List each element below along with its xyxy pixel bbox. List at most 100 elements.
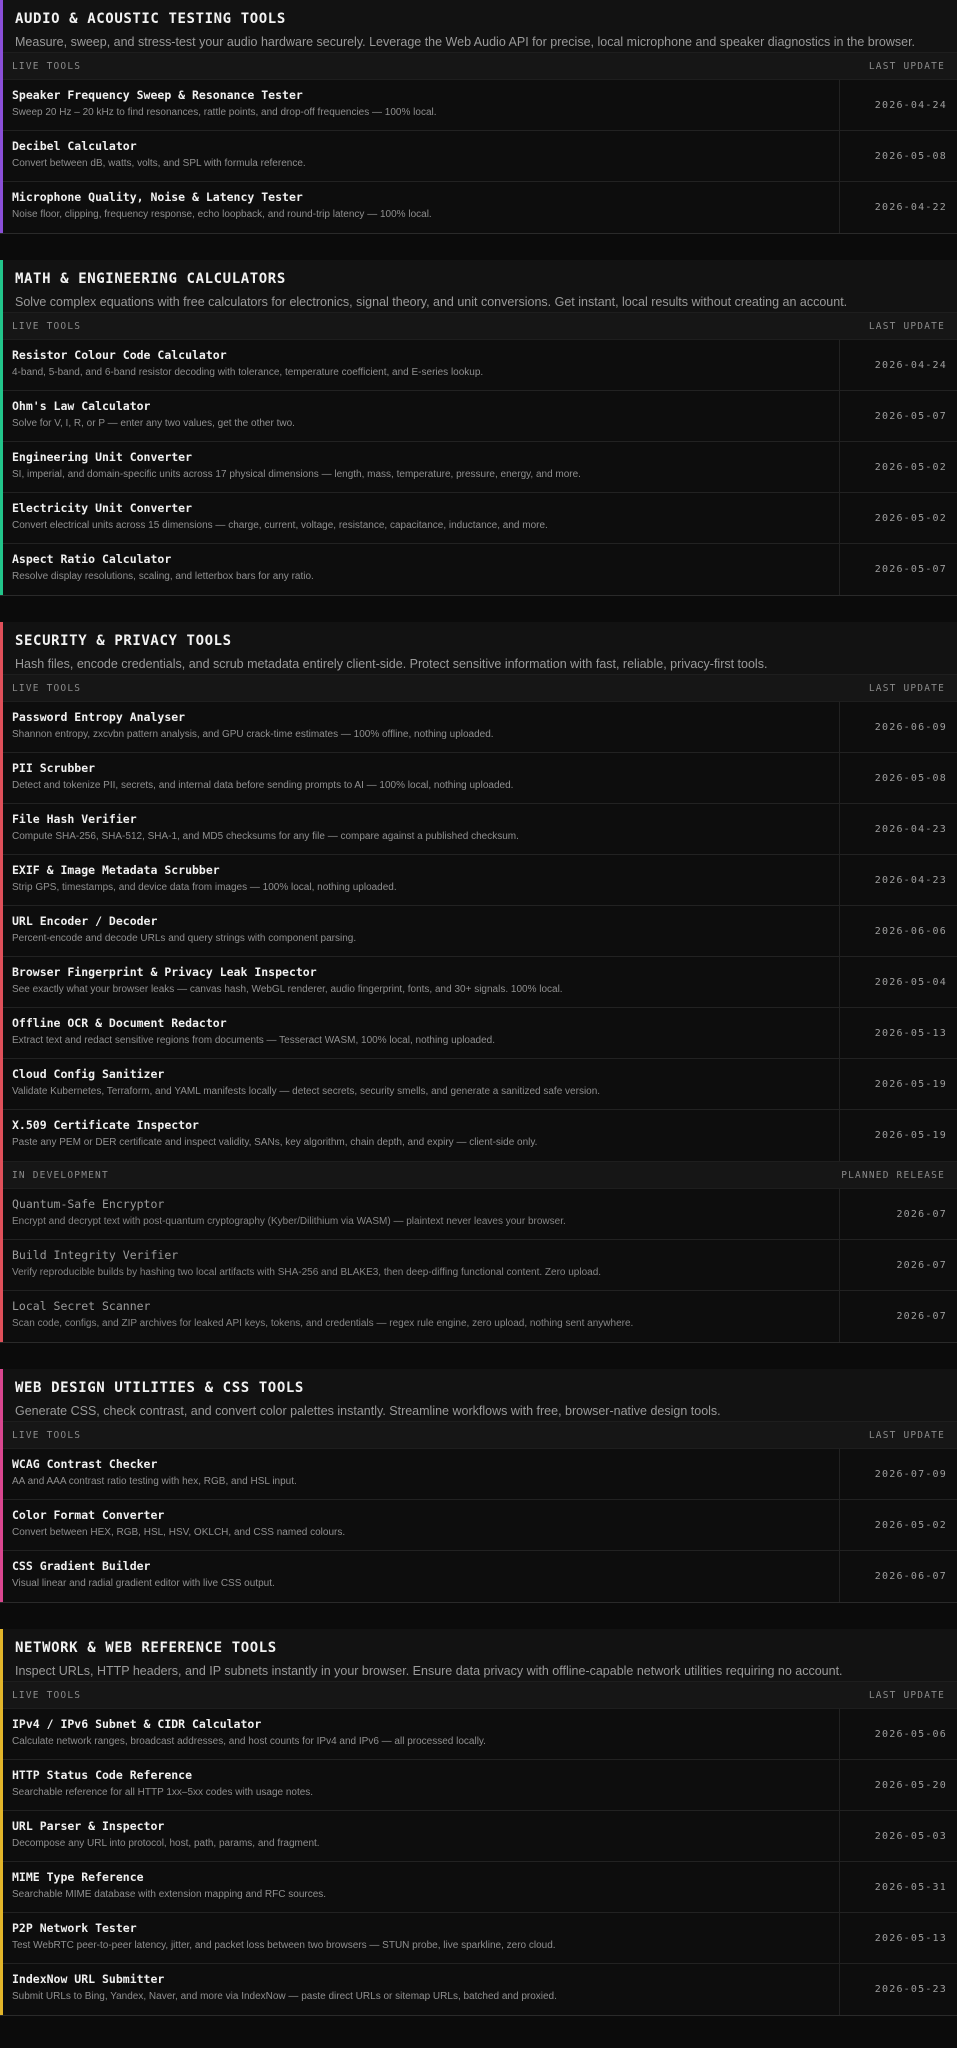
tool-name[interactable]: Decibel Calculator (12, 139, 827, 153)
tool-name[interactable]: Electricity Unit Converter (12, 501, 827, 515)
tool-description: Sweep 20 Hz – 20 kHz to find resonances,… (12, 107, 437, 118)
tool-name[interactable]: Browser Fingerprint & Privacy Leak Inspe… (12, 965, 827, 979)
column-header-status: LIVE TOOLS (12, 682, 82, 694)
tool-info: P2P Network Tester Test WebRTC peer-to-pe… (0, 1913, 839, 1963)
tool-name[interactable]: URL Parser & Inspector (12, 1819, 827, 1833)
tool-row[interactable]: Local Secret Scanner Scan code, configs, … (0, 1291, 957, 1342)
tool-row[interactable]: Resistor Colour Code Calculator 4-band, 5… (0, 340, 957, 391)
tool-row[interactable]: Electricity Unit Converter Convert electr… (0, 493, 957, 544)
tool-name[interactable]: Speaker Frequency Sweep & Resonance Test… (12, 88, 827, 102)
tool-list: Speaker Frequency Sweep & Resonance Test… (0, 80, 957, 233)
tool-row[interactable]: URL Encoder / Decoder Percent-encode and … (0, 906, 957, 957)
tool-name[interactable]: URL Encoder / Decoder (12, 914, 827, 928)
tool-row[interactable]: Browser Fingerprint & Privacy Leak Inspe… (0, 957, 957, 1008)
tool-row[interactable]: Ohm's Law Calculator Solve for V, I, R, o… (0, 391, 957, 442)
tool-description: Compute SHA-256, SHA-512, SHA-1, and MD5… (12, 831, 519, 842)
tool-list: Password Entropy Analyser Shannon entropy… (0, 702, 957, 1161)
section-title: MATH & ENGINEERING CALCULATORS (15, 271, 286, 287)
tool-date: 2026-05-20 (839, 1760, 957, 1810)
tool-date: 2026-05-08 (839, 131, 957, 181)
tool-date: 2026-05-07 (839, 544, 957, 595)
section-title: AUDIO & ACOUSTIC TESTING TOOLS (15, 11, 286, 27)
tool-name[interactable]: Resistor Colour Code Calculator (12, 348, 827, 362)
table-header: LIVE TOOLS LAST UPDATE (0, 52, 957, 80)
tool-name[interactable]: IPv4 / IPv6 Subnet & CIDR Calculator (12, 1717, 827, 1731)
section-title: NETWORK & WEB REFERENCE TOOLS (15, 1640, 277, 1656)
tool-date: 2026-04-24 (839, 340, 957, 390)
tool-info: IPv4 / IPv6 Subnet & CIDR Calculator Calc… (0, 1709, 839, 1759)
tool-row[interactable]: Cloud Config Sanitizer Validate Kubernete… (0, 1059, 957, 1110)
tool-name[interactable]: MIME Type Reference (12, 1870, 827, 1884)
tool-row[interactable]: IndexNow URL Submitter Submit URLs to Bin… (0, 1964, 957, 2015)
tool-description: Shannon entropy, zxcvbn pattern analysis… (12, 729, 494, 740)
tool-row[interactable]: HTTP Status Code Reference Searchable ref… (0, 1760, 957, 1811)
tool-name[interactable]: PII Scrubber (12, 761, 827, 775)
tool-name[interactable]: X.509 Certificate Inspector (12, 1118, 827, 1132)
tool-info: URL Encoder / Decoder Percent-encode and … (0, 906, 839, 956)
tool-row[interactable]: Microphone Quality, Noise & Latency Test… (0, 182, 957, 233)
section-subtitle: Measure, sweep, and stress-test your aud… (15, 35, 916, 49)
tool-name[interactable]: Quantum-Safe Encryptor (12, 1197, 827, 1211)
tool-name[interactable]: Aspect Ratio Calculator (12, 552, 827, 566)
tool-row[interactable]: Aspect Ratio Calculator Resolve display r… (0, 544, 957, 595)
tool-info: URL Parser & Inspector Decompose any URL … (0, 1811, 839, 1861)
tool-description: AA and AAA contrast ratio testing with h… (12, 1476, 297, 1487)
tool-list: Resistor Colour Code Calculator 4-band, 5… (0, 340, 957, 595)
tool-name[interactable]: Local Secret Scanner (12, 1299, 827, 1313)
table-header: IN DEVELOPMENT PLANNED RELEASE (0, 1161, 957, 1189)
tool-date: 2026-04-22 (839, 182, 957, 233)
tool-name[interactable]: P2P Network Tester (12, 1921, 827, 1935)
tool-row[interactable]: Engineering Unit Converter SI, imperial, … (0, 442, 957, 493)
tool-name[interactable]: Build Integrity Verifier (12, 1248, 827, 1262)
tool-row[interactable]: Speaker Frequency Sweep & Resonance Test… (0, 80, 957, 131)
tool-name[interactable]: Ohm's Law Calculator (12, 399, 827, 413)
tool-row[interactable]: EXIF & Image Metadata Scrubber Strip GPS,… (0, 855, 957, 906)
tool-name[interactable]: EXIF & Image Metadata Scrubber (12, 863, 827, 877)
tool-row[interactable]: Password Entropy Analyser Shannon entropy… (0, 702, 957, 753)
tool-info: Ohm's Law Calculator Solve for V, I, R, o… (0, 391, 839, 441)
tool-name[interactable]: Engineering Unit Converter (12, 450, 827, 464)
tool-info: Offline OCR & Document Redactor Extract t… (0, 1008, 839, 1058)
tool-row[interactable]: WCAG Contrast Checker AA and AAA contrast… (0, 1449, 957, 1500)
tool-name[interactable]: WCAG Contrast Checker (12, 1457, 827, 1471)
tool-row[interactable]: File Hash Verifier Compute SHA-256, SHA-5… (0, 804, 957, 855)
tool-name[interactable]: Password Entropy Analyser (12, 710, 827, 724)
tool-description: Searchable MIME database with extension … (12, 1889, 327, 1900)
tool-list: IPv4 / IPv6 Subnet & CIDR Calculator Calc… (0, 1709, 957, 2015)
tool-description: Resolve display resolutions, scaling, an… (12, 571, 314, 582)
tool-description: SI, imperial, and domain-specific units … (12, 469, 581, 480)
tool-info: CSS Gradient Builder Visual linear and ra… (0, 1551, 839, 1602)
tool-info: Microphone Quality, Noise & Latency Test… (0, 182, 839, 233)
tool-date: 2026-04-24 (839, 80, 957, 130)
tool-row[interactable]: PII Scrubber Detect and tokenize PII, sec… (0, 753, 957, 804)
tool-name[interactable]: File Hash Verifier (12, 812, 827, 826)
tool-name[interactable]: CSS Gradient Builder (12, 1559, 827, 1573)
tool-row[interactable]: X.509 Certificate Inspector Paste any PEM… (0, 1110, 957, 1161)
tool-row[interactable]: CSS Gradient Builder Visual linear and ra… (0, 1551, 957, 1602)
tool-row[interactable]: MIME Type Reference Searchable MIME datab… (0, 1862, 957, 1913)
tool-name[interactable]: Microphone Quality, Noise & Latency Test… (12, 190, 827, 204)
column-header-status: IN DEVELOPMENT (12, 1169, 109, 1181)
tool-row[interactable]: Color Format Converter Convert between HE… (0, 1500, 957, 1551)
tool-row[interactable]: Decibel Calculator Convert between dB, wa… (0, 131, 957, 182)
section-header: MATH & ENGINEERING CALCULATORS Solve comp… (0, 260, 957, 312)
tool-row[interactable]: Build Integrity Verifier Verify reproduci… (0, 1240, 957, 1291)
tool-row[interactable]: P2P Network Tester Test WebRTC peer-to-pe… (0, 1913, 957, 1964)
tool-description: Verify reproducible builds by hashing tw… (12, 1267, 602, 1278)
tool-name[interactable]: Color Format Converter (12, 1508, 827, 1522)
tool-date: 2026-05-04 (839, 957, 957, 1007)
tool-name[interactable]: Cloud Config Sanitizer (12, 1067, 827, 1081)
tool-date: 2026-05-19 (839, 1110, 957, 1161)
tool-row[interactable]: Offline OCR & Document Redactor Extract t… (0, 1008, 957, 1059)
tool-row[interactable]: Quantum-Safe Encryptor Encrypt and decryp… (0, 1189, 957, 1240)
tool-name[interactable]: HTTP Status Code Reference (12, 1768, 827, 1782)
tool-name[interactable]: Offline OCR & Document Redactor (12, 1016, 827, 1030)
tool-info: File Hash Verifier Compute SHA-256, SHA-5… (0, 804, 839, 854)
tool-row[interactable]: URL Parser & Inspector Decompose any URL … (0, 1811, 957, 1862)
tool-row[interactable]: IPv4 / IPv6 Subnet & CIDR Calculator Calc… (0, 1709, 957, 1760)
tool-description: Convert electrical units across 15 dimen… (12, 520, 548, 531)
column-header-date: LAST UPDATE (868, 1429, 945, 1441)
tool-description: Detect and tokenize PII, secrets, and in… (12, 780, 514, 791)
tool-name[interactable]: IndexNow URL Submitter (12, 1972, 827, 1986)
tool-description: Convert between HEX, RGB, HSL, HSV, OKLC… (12, 1527, 346, 1538)
